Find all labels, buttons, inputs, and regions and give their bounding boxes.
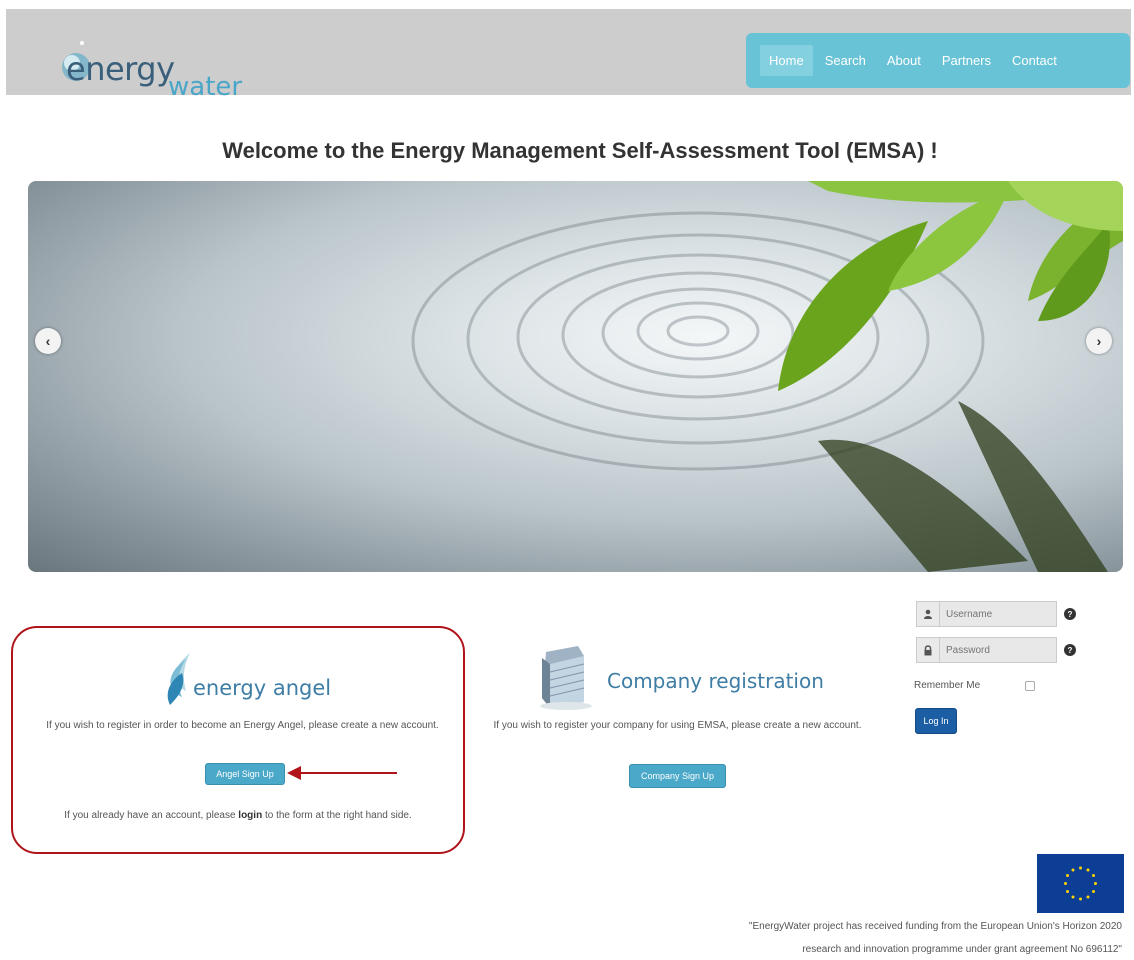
angel-sign-up-button[interactable]: Angel Sign Up xyxy=(205,763,285,785)
angel-login-hint: If you already have an account, please l… xyxy=(16,810,460,821)
password-row xyxy=(916,637,1057,663)
company-sign-up-button[interactable]: Company Sign Up xyxy=(629,764,726,788)
eu-flag-icon xyxy=(1037,854,1124,913)
nav-contact[interactable]: Contact xyxy=(1003,45,1066,76)
image-carousel: ‹ › xyxy=(28,181,1123,572)
site-header: energy water Home Search About Partners … xyxy=(6,9,1131,102)
energy-angel-logo-icon xyxy=(167,653,190,705)
nav-search[interactable]: Search xyxy=(816,45,875,76)
remember-me-label: Remember Me xyxy=(914,680,981,691)
eu-funding-line-2: research and innovation programme under … xyxy=(802,944,1122,955)
password-help-icon[interactable]: ? xyxy=(1064,644,1076,656)
username-input[interactable] xyxy=(940,601,1057,627)
page-title: Welcome to the Energy Management Self-As… xyxy=(222,138,938,163)
nav-home[interactable]: Home xyxy=(760,45,813,76)
chevron-left-icon: ‹ xyxy=(45,333,51,349)
log-in-button[interactable]: Log In xyxy=(915,708,957,734)
logo-text-water: water xyxy=(168,72,243,102)
chevron-right-icon: › xyxy=(1096,333,1102,349)
lock-icon xyxy=(916,637,940,663)
user-icon xyxy=(916,601,940,627)
carousel-prev-button[interactable]: ‹ xyxy=(35,328,61,354)
red-arrow-annotation xyxy=(287,766,397,780)
carousel-next-button[interactable]: › xyxy=(1086,328,1112,354)
angel-login-hint-suffix: to the form at the right hand side. xyxy=(262,810,412,821)
company-description: If you wish to register your company for… xyxy=(493,720,862,731)
nav-about[interactable]: About xyxy=(878,45,930,76)
water-ripple-leaves-image xyxy=(411,181,1123,572)
eu-funding-line-1: "EnergyWater project has received fundin… xyxy=(748,921,1122,932)
username-help-icon[interactable]: ? xyxy=(1064,608,1076,620)
remember-me-checkbox[interactable] xyxy=(1025,681,1035,691)
angel-login-hint-prefix: If you already have an account, please xyxy=(64,810,239,821)
energywater-logo[interactable]: energy water xyxy=(30,17,270,102)
login-emphasis: login xyxy=(238,810,263,821)
company-building-icon xyxy=(540,646,592,710)
company-registration-title: Company registration xyxy=(607,669,824,693)
password-input[interactable] xyxy=(940,637,1057,663)
energy-angel-logo-text: energy angel xyxy=(193,676,332,700)
angel-description: If you wish to register in order to beco… xyxy=(46,720,439,731)
nav-partners[interactable]: Partners xyxy=(933,45,1000,76)
username-row xyxy=(916,601,1057,627)
main-nav: Home Search About Partners Contact xyxy=(746,33,1130,88)
logo-text-energy: energy xyxy=(66,50,175,88)
